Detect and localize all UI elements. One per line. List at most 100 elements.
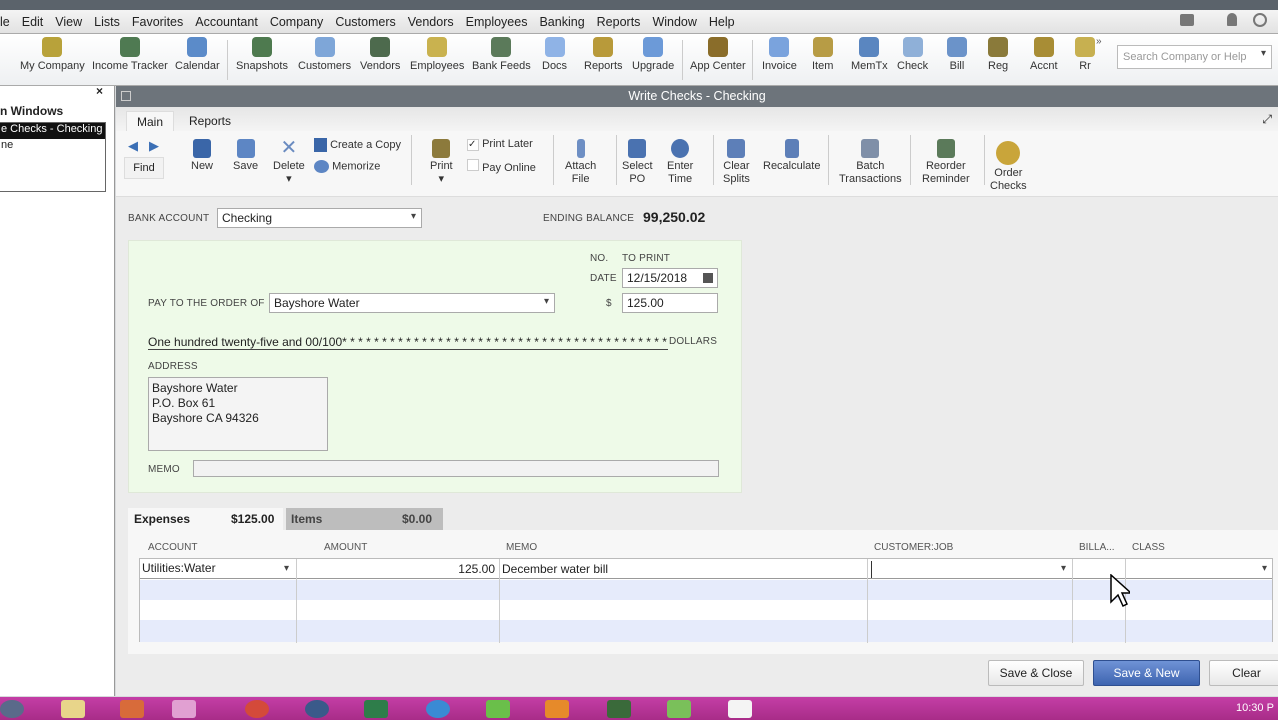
menu-item-banking[interactable]: Banking xyxy=(539,15,584,29)
select-po-button[interactable]: Select PO xyxy=(622,139,653,186)
menu-item-help[interactable]: Help xyxy=(709,15,735,29)
column-header[interactable]: CUSTOMER:JOB xyxy=(874,542,953,553)
next-arrow-icon[interactable]: ▶ xyxy=(149,138,159,154)
print-later-checkbox[interactable]: ✓ Print Later xyxy=(467,138,533,151)
table-row[interactable] xyxy=(140,600,1272,620)
column-header[interactable]: BILLA... xyxy=(1079,542,1115,553)
clock[interactable]: 10:30 P xyxy=(1236,702,1274,714)
menu-item-view[interactable]: View xyxy=(55,15,82,29)
iconbar-app-center[interactable]: App Center xyxy=(690,37,746,72)
tab-expenses[interactable]: Expenses $125.00 xyxy=(128,508,283,530)
iconbar-docs[interactable]: Docs xyxy=(542,37,567,72)
chrome-icon[interactable] xyxy=(245,700,269,718)
save-button[interactable]: Save xyxy=(233,139,258,173)
app-icon[interactable] xyxy=(486,700,510,718)
payee-select[interactable]: Bayshore Water xyxy=(269,293,555,313)
customer-job-cell[interactable] xyxy=(871,561,1071,578)
class-cell[interactable] xyxy=(1128,561,1272,578)
menu-item-window[interactable]: Window xyxy=(652,15,696,29)
quickbooks-icon[interactable] xyxy=(607,700,631,718)
outlook-icon[interactable] xyxy=(545,700,569,718)
iconbar-upgrade[interactable]: Upgrade xyxy=(632,37,674,72)
iconbar-bank-feeds[interactable]: Bank Feeds xyxy=(472,37,531,72)
column-header[interactable]: AMOUNT xyxy=(324,542,367,553)
calendar-icon[interactable] xyxy=(703,273,713,283)
batch-transactions-button[interactable]: Batch Transactions xyxy=(839,139,902,186)
order-checks-button[interactable]: Order Checks xyxy=(990,141,1027,193)
restore-icon[interactable] xyxy=(121,91,131,101)
open-window-item[interactable]: ne xyxy=(0,139,105,155)
iconbar-item[interactable]: Item xyxy=(812,37,833,72)
thunderbird-icon[interactable] xyxy=(305,700,329,718)
memorize-button[interactable]: Memorize xyxy=(314,160,380,173)
more-icons-chevron-icon[interactable]: » xyxy=(1096,36,1102,47)
recalculate-button[interactable]: Recalculate xyxy=(763,139,820,173)
iconbar-reports[interactable]: Reports xyxy=(584,37,623,72)
column-header[interactable]: CLASS xyxy=(1132,542,1165,553)
save-close-button[interactable]: Save & Close xyxy=(988,660,1084,686)
iconbar-calendar[interactable]: Calendar xyxy=(175,37,220,72)
amount-cell[interactable]: 125.00 xyxy=(297,562,495,576)
menu-item-vendors[interactable]: Vendors xyxy=(408,15,454,29)
menu-item-edit[interactable]: Edit xyxy=(22,15,44,29)
iconbar-snapshots[interactable]: Snapshots xyxy=(236,37,288,72)
address-field[interactable]: Bayshore Water P.O. Box 61 Bayshore CA 9… xyxy=(148,377,328,451)
delete-button[interactable]: ✕ Delete ▾ xyxy=(273,138,305,186)
amount-field[interactable]: 125.00 xyxy=(622,293,718,313)
new-button[interactable]: New xyxy=(191,139,213,173)
expand-icon[interactable]: ⤢ xyxy=(1262,112,1272,127)
table-row[interactable] xyxy=(140,620,1272,642)
iconbar-reg[interactable]: Reg xyxy=(988,37,1008,72)
date-field[interactable]: 12/15/2018 xyxy=(622,268,718,288)
reorder-reminder-button[interactable]: Reorder Reminder xyxy=(922,139,970,186)
account-cell[interactable]: Utilities:Water xyxy=(142,561,294,578)
start-button-icon[interactable] xyxy=(0,700,24,718)
folder-icon[interactable] xyxy=(172,700,196,718)
iconbar-invoice[interactable]: Invoice xyxy=(762,37,797,72)
bell-icon[interactable] xyxy=(1227,13,1237,26)
iconbar-vendors[interactable]: Vendors xyxy=(360,37,400,72)
check-number-value[interactable]: TO PRINT xyxy=(622,253,670,264)
tab-items[interactable]: Items $0.00 xyxy=(286,508,443,530)
iconbar-employees[interactable]: Employees xyxy=(410,37,464,72)
table-row[interactable] xyxy=(140,580,1272,600)
close-icon[interactable]: × xyxy=(96,84,103,98)
create-copy-button[interactable]: Create a Copy xyxy=(314,138,401,152)
column-header[interactable]: ACCOUNT xyxy=(148,542,197,553)
menu-item-employees[interactable]: Employees xyxy=(466,15,528,29)
internet-explorer-icon[interactable] xyxy=(426,700,450,718)
enter-time-button[interactable]: Enter Time xyxy=(667,139,693,186)
column-header[interactable]: MEMO xyxy=(506,542,537,553)
iconbar-customers[interactable]: Customers xyxy=(298,37,351,72)
iconbar-income-tracker[interactable]: Income Tracker xyxy=(92,37,168,72)
app-icon[interactable] xyxy=(667,700,691,718)
memo-cell[interactable]: December water bill xyxy=(502,562,608,576)
excel-icon[interactable] xyxy=(364,700,388,718)
menu-item-customers[interactable]: Customers xyxy=(335,15,395,29)
iconbar-bill[interactable]: Bill xyxy=(947,37,967,72)
bank-account-select[interactable]: Checking xyxy=(217,208,422,228)
iconbar-my-company[interactable]: My Company xyxy=(20,37,85,72)
save-new-button[interactable]: Save & New xyxy=(1093,660,1200,686)
chat-icon[interactable] xyxy=(1180,14,1194,26)
menu-item-company[interactable]: Company xyxy=(270,15,324,29)
find-button[interactable]: Find xyxy=(124,157,164,179)
clear-button[interactable]: Clear xyxy=(1209,660,1278,686)
media-app-icon[interactable] xyxy=(120,700,144,718)
menu-item-accountant[interactable]: Accountant xyxy=(195,15,258,29)
iconbar-rr[interactable]: Rr xyxy=(1075,37,1095,72)
clear-splits-button[interactable]: Clear Splits xyxy=(723,139,750,186)
tab-main[interactable]: Main xyxy=(126,111,175,131)
alarm-clock-icon[interactable] xyxy=(1253,13,1267,27)
menu-item-le[interactable]: le xyxy=(0,15,10,29)
iconbar-check[interactable]: Check xyxy=(897,37,928,72)
print-button[interactable]: Print ▾ xyxy=(430,139,453,186)
quickbooks-icon[interactable] xyxy=(728,700,752,718)
search-input[interactable]: Search Company or Help xyxy=(1117,45,1272,69)
memo-field[interactable] xyxy=(193,460,719,477)
file-explorer-icon[interactable] xyxy=(61,700,85,718)
tab-reports[interactable]: Reports xyxy=(179,111,241,131)
menu-item-lists[interactable]: Lists xyxy=(94,15,120,29)
iconbar-memtx[interactable]: MemTx xyxy=(851,37,888,72)
pay-online-checkbox[interactable]: Pay Online xyxy=(467,159,536,175)
